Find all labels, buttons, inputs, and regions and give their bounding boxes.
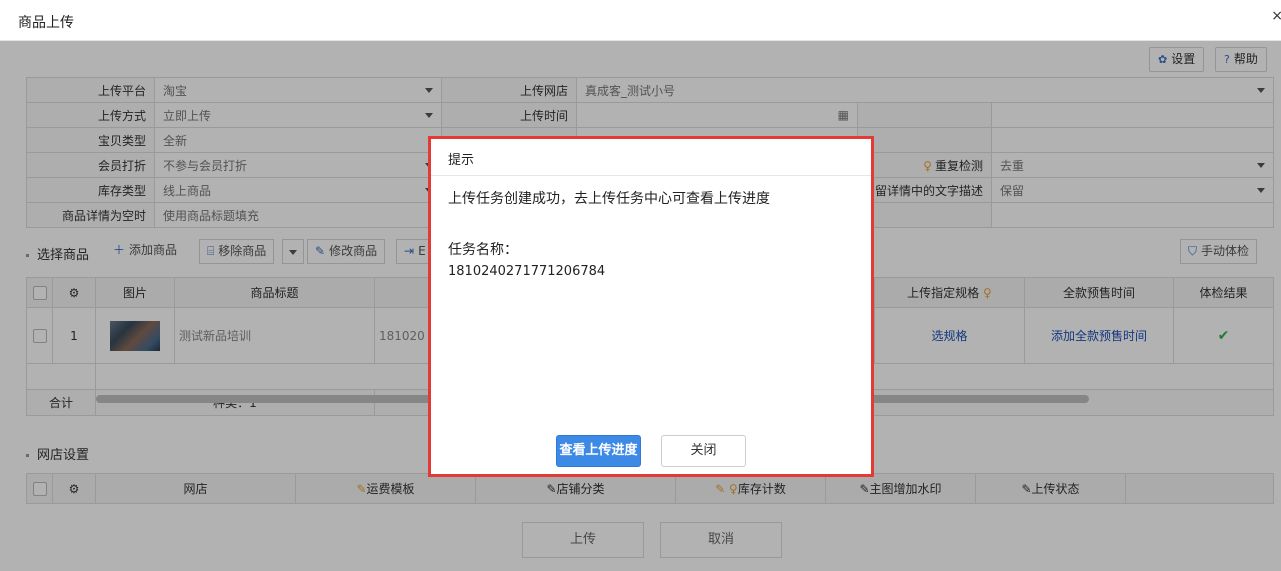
close-icon[interactable]: ×	[1271, 8, 1281, 24]
window-title: 商品上传	[18, 15, 74, 31]
task-name-label: 任务名称：	[448, 242, 518, 258]
prompt-dialog: 提示 上传任务创建成功，去上传任务中心可查看上传进度 任务名称： 1810240…	[428, 136, 874, 477]
view-progress-button[interactable]: 查看上传进度	[556, 435, 641, 467]
close-button[interactable]: 关闭	[661, 435, 746, 467]
window-titlebar: 商品上传 ×	[0, 0, 1281, 41]
dialog-message: 上传任务创建成功，去上传任务中心可查看上传进度	[448, 191, 770, 207]
dialog-title: 提示	[431, 139, 871, 176]
task-name-value: 1810240271771206784	[448, 264, 606, 279]
